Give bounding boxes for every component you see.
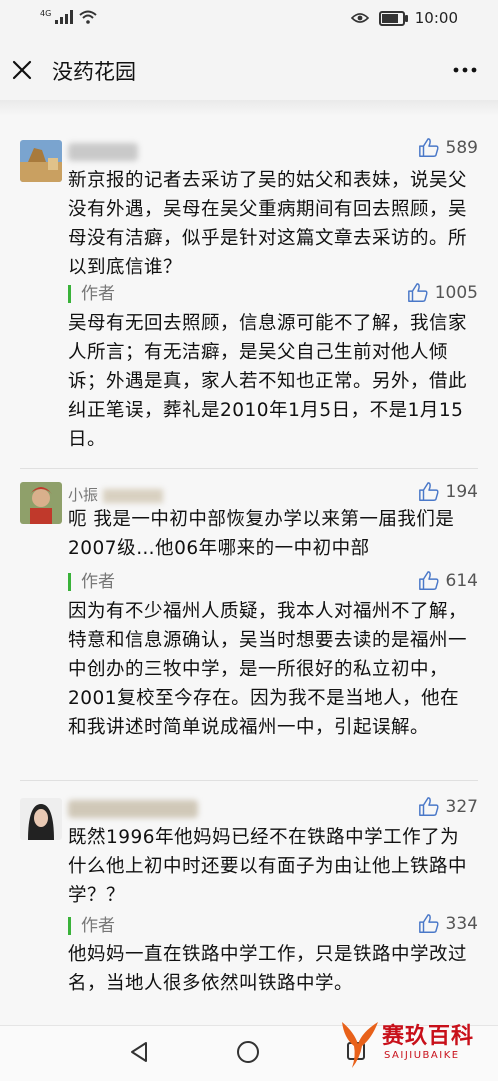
signal-icon: [55, 10, 74, 24]
like-count: 614: [445, 571, 478, 591]
divider: [20, 468, 478, 469]
comment-text: 呃 我是一中初中部恢复办学以来第一届我们是2007级…他06年哪来的一中初中部: [68, 509, 455, 559]
commenter-name: 小振: [68, 484, 163, 505]
comment-text: 新京报的记者去采访了吴的姑父和表妹，说吴父没有外遇，吴母在吴父重病期间有回去照顾…: [68, 170, 468, 278]
top-bar: 没药花园: [0, 40, 498, 100]
battery-icon: [378, 10, 408, 26]
home-icon[interactable]: [236, 1040, 260, 1064]
like-button[interactable]: 194: [418, 481, 478, 503]
wifi-icon: [79, 10, 97, 24]
avatar[interactable]: [20, 482, 62, 524]
clock: 10:00: [414, 9, 458, 27]
like-button[interactable]: 589: [418, 137, 478, 159]
watermark-logo: 赛玖百科 SAIJIUBAIKE: [338, 1012, 492, 1074]
thumbs-up-icon: [418, 914, 439, 933]
commenter-name: [68, 800, 198, 818]
eye-icon: [350, 13, 369, 23]
like-count: 194: [445, 482, 478, 502]
scroll-edge: [0, 100, 498, 116]
thumbs-up-icon: [418, 482, 439, 501]
page-title: 没药花园: [52, 60, 136, 84]
reply-like-button[interactable]: 614: [418, 570, 478, 592]
author-label: 作者: [68, 917, 115, 935]
like-count: 334: [445, 914, 478, 934]
avatar[interactable]: [20, 798, 62, 840]
commenter-name-text: 小振: [68, 486, 99, 504]
more-options-icon[interactable]: [450, 58, 480, 82]
watermark-sub: SAIJIUBAIKE: [384, 1050, 460, 1061]
thumbs-up-icon: [407, 283, 428, 302]
whale-tail-icon: [342, 1022, 378, 1068]
network-type: 4G: [40, 9, 52, 18]
close-icon[interactable]: [10, 58, 34, 82]
like-count: 1005: [434, 283, 478, 303]
commenter-name: [68, 143, 138, 161]
divider: [20, 780, 478, 781]
like-count: 589: [445, 138, 478, 158]
reply-text: 他妈妈一直在铁路中学工作，只是铁路中学改过名，当地人很多依然叫铁路中学。: [68, 944, 468, 994]
reply-like-button[interactable]: 334: [418, 913, 478, 935]
thumbs-up-icon: [418, 138, 439, 157]
author-label: 作者: [68, 285, 115, 303]
signal-indicators: 4G: [40, 10, 97, 24]
reply-text: 因为有不少福州人质疑，我本人对福州不了解，特意和信息源确认，吴当时想要去读的是福…: [68, 601, 468, 738]
back-icon[interactable]: [128, 1040, 150, 1064]
comment-text: 既然1996年他妈妈已经不在铁路中学工作了为什么他上初中时还要以有面子为由让他上…: [68, 827, 468, 906]
thumbs-up-icon: [418, 797, 439, 816]
reply-text: 吴母有无回去照顾，信息源可能不了解，我信家人所言；有无洁癖，是吴父自己生前对他人…: [68, 313, 468, 450]
watermark-name: 赛玖百科: [382, 1024, 475, 1049]
status-right: 10:00: [350, 9, 458, 27]
reply-like-button[interactable]: 1005: [407, 282, 478, 304]
avatar[interactable]: [20, 140, 62, 182]
author-label: 作者: [68, 573, 115, 591]
status-bar: 4G 10:00: [0, 0, 498, 40]
thumbs-up-icon: [418, 571, 439, 590]
like-count: 327: [445, 797, 478, 817]
like-button[interactable]: 327: [418, 796, 478, 818]
